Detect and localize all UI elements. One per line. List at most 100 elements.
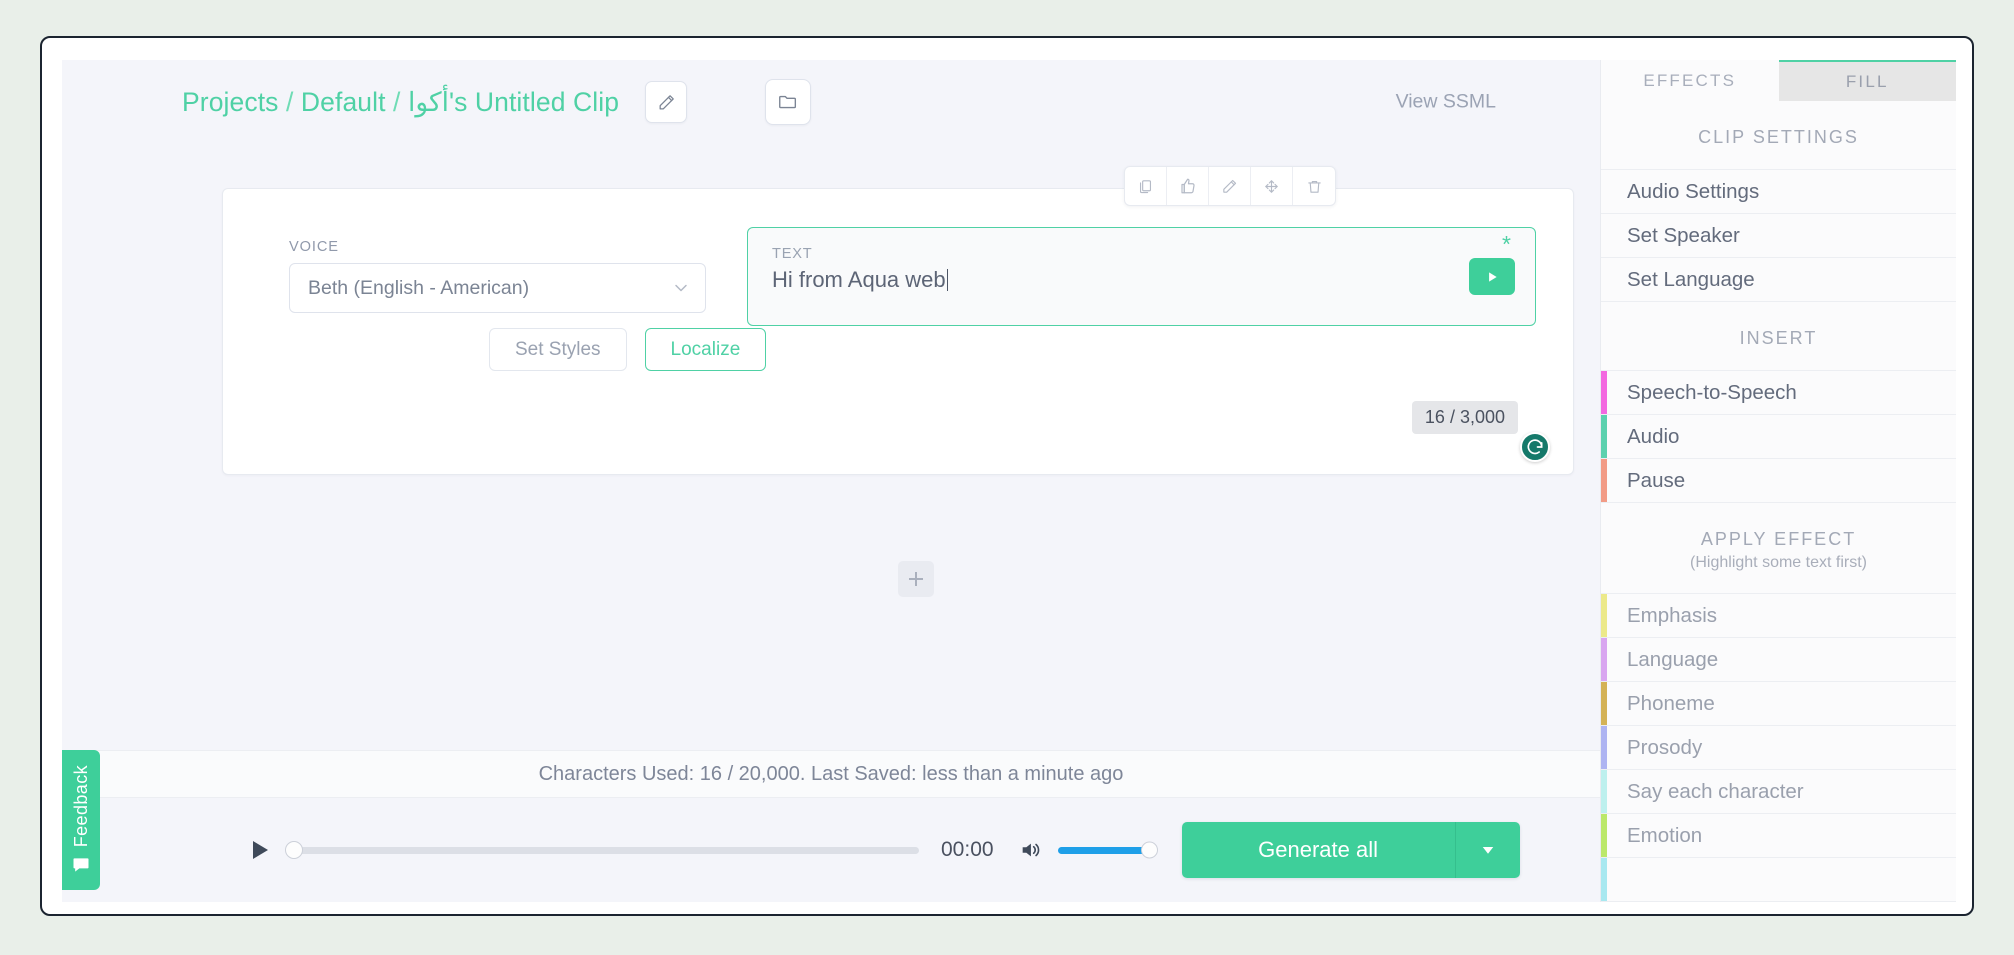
generate-all-button[interactable]: Generate all xyxy=(1181,822,1456,878)
sidebar-item-emotion[interactable]: Emotion xyxy=(1601,813,1956,858)
duplicate-clip-button[interactable] xyxy=(1125,167,1167,205)
voice-select-value: Beth (English - American) xyxy=(308,276,530,299)
status-text: Characters Used: 16 / 20,000. Last Saved… xyxy=(538,762,1124,785)
apply-effect-subtitle: (Highlight some text first) xyxy=(1690,554,1867,572)
sidebar-item-next[interactable] xyxy=(1601,857,1956,902)
sidebar-item-label: Emphasis xyxy=(1627,603,1718,627)
sidebar-item-label: Emotion xyxy=(1627,823,1703,847)
rename-clip-button[interactable] xyxy=(645,81,688,123)
delete-clip-button[interactable] xyxy=(1293,167,1335,205)
sidebar-item-say-each-character[interactable]: Say each character xyxy=(1601,769,1956,815)
like-clip-button[interactable] xyxy=(1167,167,1209,205)
sidebar-item-label: Phoneme xyxy=(1627,691,1715,715)
clip-toolbar xyxy=(1124,166,1336,206)
text-caret xyxy=(946,269,949,291)
breadcrumb: Projects / Default / أكوا's Untitled Cli… xyxy=(182,87,619,118)
feedback-tab[interactable]: Feedback xyxy=(62,750,100,890)
sidebar-item-label: Audio Settings xyxy=(1627,179,1760,203)
generate-options-button[interactable] xyxy=(1455,822,1520,878)
player-bar: 00:00 Generate all xyxy=(62,798,1600,902)
chevron-down-icon xyxy=(671,278,691,298)
view-ssml-link[interactable]: View SSML xyxy=(1396,91,1496,114)
sidebar-item-label: Audio xyxy=(1627,424,1680,448)
sidebar-item-set-speaker[interactable]: Set Speaker xyxy=(1601,213,1956,259)
browser-window: Projects / Default / أكوا's Untitled Cli… xyxy=(40,36,1974,916)
clips-area: VOICE Beth (English - American) Set Styl… xyxy=(62,144,1600,750)
character-counter: 16 / 3,000 xyxy=(1411,401,1518,434)
text-input-container[interactable]: TEXT Hi from Aqua web * xyxy=(747,227,1536,326)
color-bar xyxy=(1601,638,1607,682)
seek-slider[interactable] xyxy=(285,841,919,859)
color-bar xyxy=(1601,770,1607,814)
clip-action-buttons: Set Styles Localize xyxy=(489,328,767,371)
color-bar xyxy=(1601,594,1607,638)
clip-settings-heading: CLIP SETTINGS xyxy=(1698,127,1859,148)
sidebar-item-label: Language xyxy=(1627,647,1719,671)
color-bar xyxy=(1601,682,1607,726)
trash-icon xyxy=(1306,178,1323,195)
sidebar-item-phoneme[interactable]: Phoneme xyxy=(1601,681,1956,727)
sidebar-item-label: Speech-to-Speech xyxy=(1627,380,1797,404)
color-bar xyxy=(1601,459,1607,503)
text-input-value[interactable]: Hi from Aqua web xyxy=(772,267,949,293)
color-bar xyxy=(1601,371,1607,415)
sidebar-item-label: Prosody xyxy=(1627,735,1703,759)
move-icon xyxy=(1263,178,1280,195)
sidebar-item-audio[interactable]: Audio xyxy=(1601,414,1956,460)
feedback-label: Feedback xyxy=(70,764,91,848)
app-root: Projects / Default / أكوا's Untitled Cli… xyxy=(62,60,1956,902)
voice-label: VOICE xyxy=(289,239,339,255)
sidebar-item-set-language[interactable]: Set Language xyxy=(1601,257,1956,303)
set-styles-button[interactable]: Set Styles xyxy=(489,328,627,371)
tab-fill[interactable]: FILL xyxy=(1778,60,1956,102)
color-bar xyxy=(1601,415,1607,459)
sidebar-item-speech-to-speech[interactable]: Speech-to-Speech xyxy=(1601,370,1956,416)
breadcrumb-projects[interactable]: Projects xyxy=(182,87,279,117)
volume-slider[interactable] xyxy=(1057,841,1158,859)
sidebar-item-audio-settings[interactable]: Audio Settings xyxy=(1601,169,1956,215)
generate-all-group: Generate all xyxy=(1181,822,1520,878)
color-bar xyxy=(1601,858,1607,901)
seek-handle[interactable] xyxy=(285,841,303,859)
add-clip-button[interactable] xyxy=(898,561,934,597)
voice-select[interactable]: Beth (English - American) xyxy=(289,263,706,313)
sidebar-item-emphasis[interactable]: Emphasis xyxy=(1601,593,1956,639)
open-folder-button[interactable] xyxy=(765,79,812,125)
volume-handle[interactable] xyxy=(1140,841,1158,859)
move-clip-button[interactable] xyxy=(1251,167,1293,205)
tab-effects[interactable]: EFFECTS xyxy=(1601,60,1779,102)
chevron-down-icon xyxy=(1479,841,1497,859)
color-bar xyxy=(1601,814,1607,857)
play-clip-button[interactable] xyxy=(1469,258,1515,295)
insert-heading: INSERT xyxy=(1739,328,1818,349)
sidebar-item-label: Say each character xyxy=(1627,779,1804,803)
mute-button[interactable] xyxy=(1018,839,1042,861)
volume-icon xyxy=(1018,839,1042,861)
top-bar: Projects / Default / أكوا's Untitled Cli… xyxy=(62,60,1600,144)
apply-effect-title: APPLY EFFECT xyxy=(1700,529,1857,550)
speech-bubble-icon xyxy=(71,855,91,875)
thumbs-up-icon xyxy=(1179,177,1197,195)
main-panel: Projects / Default / أكوا's Untitled Cli… xyxy=(62,60,1600,902)
text-input-text: Hi from Aqua web xyxy=(772,267,946,292)
text-label: TEXT xyxy=(772,246,813,262)
sidebar-tabs: EFFECTS FILL xyxy=(1601,60,1956,102)
breadcrumb-clip-name[interactable]: أكوا's Untitled Clip xyxy=(408,87,619,117)
sidebar-item-label: Set Language xyxy=(1627,267,1755,291)
sidebar-item-pause[interactable]: Pause xyxy=(1601,458,1956,504)
breadcrumb-separator-1: / xyxy=(278,86,301,117)
sidebar-item-prosody[interactable]: Prosody xyxy=(1601,725,1956,771)
color-bar xyxy=(1601,726,1607,770)
clip-card: VOICE Beth (English - American) Set Styl… xyxy=(222,166,1574,475)
status-bar: Characters Used: 16 / 20,000. Last Saved… xyxy=(62,750,1600,798)
sidebar-item-label: Set Speaker xyxy=(1627,223,1740,247)
playback-time: 00:00 xyxy=(941,838,994,861)
copy-icon xyxy=(1137,178,1154,195)
localize-button[interactable]: Localize xyxy=(644,328,767,371)
breadcrumb-default[interactable]: Default xyxy=(301,87,386,117)
sidebar-item-language[interactable]: Language xyxy=(1601,637,1956,683)
pencil-icon xyxy=(1221,178,1238,195)
player-play-button[interactable] xyxy=(247,837,271,863)
edit-clip-button[interactable] xyxy=(1209,167,1251,205)
grammarly-icon[interactable] xyxy=(1520,432,1550,462)
